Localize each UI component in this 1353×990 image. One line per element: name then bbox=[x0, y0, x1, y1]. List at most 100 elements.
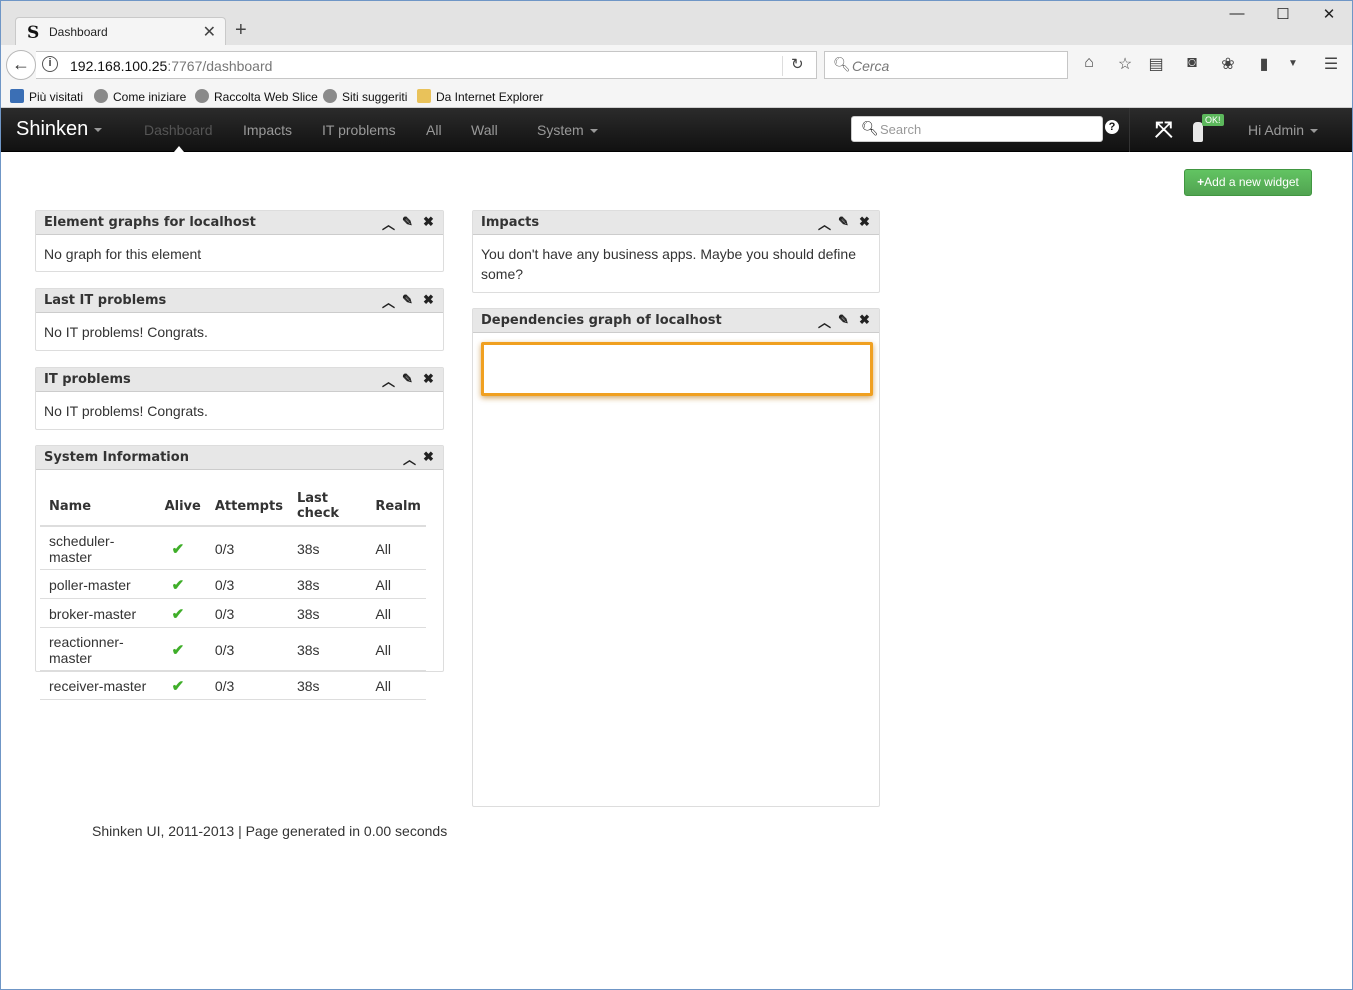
close-icon[interactable]: ✖ bbox=[423, 214, 434, 230]
close-icon[interactable]: ✖ bbox=[423, 292, 434, 308]
table-row: reactionner-master ✔ 0/3 38s All bbox=[40, 627, 426, 671]
bookmark-item[interactable]: Più visitati bbox=[10, 89, 83, 104]
realm: All bbox=[366, 598, 426, 628]
table-row: broker-master ✔ 0/3 38s All bbox=[40, 598, 426, 628]
realm: All bbox=[366, 569, 426, 599]
widget-it-problems: IT problems ︿ ✎ ✖ No IT problems! Congra… bbox=[35, 367, 444, 430]
widget-dependencies-graph: Dependencies graph of localhost ︿ ✎ ✖ bbox=[472, 308, 880, 807]
edit-icon[interactable]: ✎ bbox=[402, 371, 413, 387]
daemon-name: reactionner-master bbox=[40, 627, 156, 671]
address-bar[interactable]: i 192.168.100.25:7767/dashboard ↻ bbox=[36, 51, 817, 79]
widget-impacts: Impacts ︿ ✎ ✖ You don't have any busines… bbox=[472, 210, 880, 293]
caret-down-icon bbox=[589, 129, 598, 134]
bookmark-folder-icon bbox=[10, 89, 24, 103]
new-tab-icon[interactable]: + bbox=[235, 19, 247, 42]
nav-impacts[interactable]: Impacts bbox=[243, 122, 292, 138]
url-path: :7767/dashboard bbox=[167, 58, 273, 74]
tab-close-icon[interactable]: ✕ bbox=[203, 22, 216, 42]
dependencies-graph-canvas[interactable] bbox=[481, 342, 873, 396]
collapse-icon[interactable]: ︿ bbox=[382, 214, 395, 233]
close-icon[interactable]: ✖ bbox=[859, 312, 870, 328]
menu-hamburger-icon[interactable]: ☰ bbox=[1321, 54, 1341, 74]
collapse-icon[interactable]: ︿ bbox=[382, 292, 395, 311]
globe-icon bbox=[323, 89, 337, 103]
widget-header: System Information ︿ ✖ bbox=[36, 446, 443, 470]
bookmark-label: Come iniziare bbox=[113, 90, 187, 104]
widget-title: IT problems bbox=[44, 372, 131, 387]
folder-icon bbox=[417, 89, 431, 103]
dropdown-arrow-icon[interactable]: ▼ bbox=[1283, 58, 1303, 69]
alive-cell: ✔ bbox=[155, 598, 206, 628]
shinken-favicon-icon: S bbox=[27, 23, 40, 43]
edit-icon[interactable]: ✎ bbox=[402, 292, 413, 308]
collapse-icon[interactable]: ︿ bbox=[382, 371, 395, 390]
column-header-name: Name bbox=[40, 483, 156, 527]
brand-label: Shinken bbox=[16, 118, 89, 140]
collapse-icon[interactable]: ︿ bbox=[818, 312, 831, 331]
status-badge: OK! bbox=[1202, 114, 1224, 126]
last-check: 38s bbox=[287, 627, 367, 671]
active-nav-indicator bbox=[174, 146, 184, 152]
reading-list-icon[interactable]: ▤ bbox=[1146, 54, 1166, 74]
nav-system-label: System bbox=[537, 122, 584, 138]
add-widget-button[interactable]: +Add a new widget bbox=[1184, 169, 1312, 196]
close-icon[interactable]: ✖ bbox=[423, 371, 434, 387]
close-window-icon[interactable]: ✕ bbox=[1319, 5, 1339, 23]
bookmark-star-icon[interactable]: ☆ bbox=[1115, 54, 1135, 74]
check-icon: ✔ bbox=[171, 541, 185, 558]
collapse-icon[interactable]: ︿ bbox=[403, 449, 416, 468]
clipboard-icon[interactable]: ▮ bbox=[1254, 54, 1274, 74]
app-search-field[interactable]: 🔍︎ bbox=[851, 116, 1103, 142]
collapse-icon[interactable]: ︿ bbox=[818, 214, 831, 233]
pocket-icon[interactable]: ◙ bbox=[1182, 54, 1202, 72]
minimize-icon[interactable]: — bbox=[1227, 5, 1247, 22]
attempts: 0/3 bbox=[205, 569, 288, 599]
edit-icon[interactable]: ✎ bbox=[838, 214, 849, 230]
app-navbar: Shinken Dashboard Impacts IT problems Al… bbox=[1, 108, 1352, 152]
info-icon[interactable]: i bbox=[42, 56, 58, 72]
page-footer: Shinken UI, 2011-2013 | Page generated i… bbox=[92, 823, 448, 839]
search-icon: 🔍︎ bbox=[833, 56, 851, 72]
url-separator bbox=[782, 56, 783, 76]
close-icon[interactable]: ✖ bbox=[423, 449, 434, 465]
maximize-icon[interactable]: ☐ bbox=[1273, 5, 1293, 23]
browser-tab-dashboard[interactable]: S Dashboard ✕ bbox=[15, 17, 226, 46]
help-icon[interactable]: ? bbox=[1105, 120, 1119, 134]
browser-navbar: ← i 192.168.100.25:7767/dashboard ↻ 🔍︎ C… bbox=[0, 45, 1353, 85]
bookmark-item[interactable]: Siti suggeriti bbox=[323, 89, 407, 104]
browser-search-input[interactable]: 🔍︎ Cerca bbox=[824, 51, 1068, 79]
nav-wall[interactable]: Wall bbox=[471, 122, 498, 138]
alive-cell: ✔ bbox=[155, 627, 206, 671]
home-icon[interactable]: ⌂ bbox=[1079, 54, 1099, 72]
bookmark-label: Siti suggeriti bbox=[342, 90, 408, 104]
attempts: 0/3 bbox=[205, 627, 288, 671]
bookmark-item[interactable]: Come iniziare bbox=[94, 89, 186, 104]
user-menu[interactable]: Hi Admin bbox=[1248, 122, 1319, 138]
realm: All bbox=[366, 627, 426, 671]
widget-title: Dependencies graph of localhost bbox=[481, 313, 722, 328]
url-host: 192.168.100.25 bbox=[70, 58, 168, 74]
nav-system-menu[interactable]: System bbox=[537, 122, 598, 138]
widget-title: System Information bbox=[44, 450, 189, 465]
last-check: 38s bbox=[287, 598, 367, 628]
nav-it-problems[interactable]: IT problems bbox=[322, 122, 396, 138]
nav-dashboard[interactable]: Dashboard bbox=[144, 122, 213, 138]
reload-icon[interactable]: ↻ bbox=[791, 55, 804, 73]
close-icon[interactable]: ✖ bbox=[859, 214, 870, 230]
edit-icon[interactable]: ✎ bbox=[402, 214, 413, 230]
search-icon: 🔍︎ bbox=[861, 120, 879, 136]
back-arrow-icon[interactable]: ← bbox=[6, 50, 36, 80]
check-icon: ✔ bbox=[171, 678, 185, 695]
widget-header: Last IT problems ︿ ✎ ✖ bbox=[36, 289, 443, 313]
bookmark-item[interactable]: Raccolta Web Slice bbox=[195, 89, 318, 104]
brand-menu[interactable]: Shinken bbox=[16, 118, 103, 141]
fullscreen-icon[interactable]: ⤧ bbox=[1155, 117, 1173, 143]
realm: All bbox=[366, 670, 426, 700]
app-search-input[interactable] bbox=[880, 120, 1098, 138]
extension-icon[interactable]: ❀ bbox=[1218, 54, 1238, 74]
edit-icon[interactable]: ✎ bbox=[838, 312, 849, 328]
caret-down-icon bbox=[94, 127, 103, 132]
nav-all[interactable]: All bbox=[426, 122, 442, 138]
bookmark-item[interactable]: Da Internet Explorer bbox=[417, 89, 543, 104]
widget-title: Element graphs for localhost bbox=[44, 215, 256, 230]
